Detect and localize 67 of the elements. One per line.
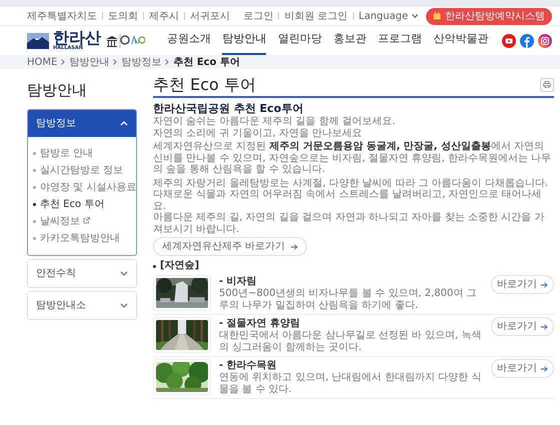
nav-link[interactable]: 프로그램 — [378, 22, 422, 55]
place-title: - 비자림 — [219, 276, 258, 288]
intro-text: 자연이 숨쉬는 아름다운 제주의 길을 함께 걸어보세요. — [153, 116, 396, 128]
chevron-down-icon — [120, 270, 128, 276]
arrow-right-icon — [541, 324, 548, 330]
arrow-right-icon — [541, 366, 548, 372]
chevron-up-icon — [120, 120, 128, 126]
nav-link[interactable]: 홍보관 — [333, 22, 366, 55]
page-title: 추천 Eco 투어 — [153, 75, 256, 94]
printer-icon — [543, 81, 551, 88]
accordion-header[interactable]: 안전수칙 — [28, 260, 136, 286]
sidebar-item[interactable]: 날씨정보 — [28, 212, 136, 230]
intro-text: 세계자연유산으로 지정된 제주의 거문오름용암 동굴계, 만장굴, 성산일출봉에서 자연의 신비를 만나볼 수 있으며, 자연숲으로는 비자림, 절물자연 휴양림, 한라수목원에서는 나무의 숲을 통해 산림욕을 할 수 있습니다. — [153, 141, 552, 176]
chevron-right-icon — [61, 59, 66, 65]
account-link[interactable]: 로그인 — [243, 8, 274, 24]
top-link[interactable]: 제주시 — [149, 8, 179, 24]
intro-text: 제주의 자랑거리 올레탐방로는 사계절, 다양한 날씨에 따라 그 아름다움이 다채롭습니다. 다채로운 식물과 자연의 어우러짐 속에서 스트레스를 날려버리고, 자연인으로 태어나세요. — [153, 178, 549, 212]
place-title: - 한라수목원 — [219, 360, 278, 372]
nav-link[interactable]: 공원소개 — [166, 22, 211, 55]
external-link-icon — [83, 217, 90, 224]
place-description: 연동에 위치하고 있으며, 난대림에서 한대림까지 다양한 식물을 볼 수 있다. — [219, 372, 482, 396]
sidebar-item[interactable]: 탐방로 안내 — [28, 144, 136, 162]
chevron-right-icon — [165, 59, 170, 65]
heritage-link-button[interactable]: 세계자연유산제주 바로가기 — [153, 237, 308, 256]
breadcrumb-link[interactable]: 추천 Eco 투어 — [173, 54, 240, 70]
video-play-icon[interactable] — [502, 34, 516, 48]
sidebar-item[interactable]: 카카오톡탐방안내 — [28, 230, 136, 246]
intro-text: 자연의 소리에 귀 기울이고, 자연을 만나보세요 — [153, 128, 364, 140]
caret-icon — [412, 14, 418, 18]
place-description: 500년~800년생의 비자나무를 볼 수 있으며, 2,800여 그루의 나무가 밀집하여 산림욕을 하기에 좋다. — [219, 288, 478, 312]
sidebar-item[interactable]: 실시간탐방로 정보 — [28, 162, 136, 178]
intro-heading: 한라산국립공원 추천 Eco투어 — [153, 102, 304, 116]
shortcut-button[interactable]: 바로가기 — [491, 317, 554, 336]
top-link[interactable]: 서귀포시 — [190, 8, 230, 24]
print-button[interactable] — [540, 78, 554, 92]
language-selector[interactable]: Language — [358, 8, 418, 24]
sidebar-title: 탐방안내 — [27, 80, 88, 101]
place-description: 대한민국에서 아름다운 삼나무길로 선정된 바 있으며, 녹색의 싱그러움이 함께하는 곳이다. — [219, 330, 482, 354]
arrow-right-icon — [541, 282, 548, 288]
shortcut-button[interactable]: 바로가기 — [491, 275, 554, 294]
intro-text: 아름다운 제주의 길, 자연의 길을 걸으며 자연과 하나되고 자아를 찾는 소중한 시간을 가져보시기 바랍니다. — [153, 212, 546, 236]
breadcrumb-link[interactable]: 탐방안내 — [69, 54, 110, 70]
account-link[interactable]: 비회원 로그인 — [284, 8, 348, 24]
mountain-logo-icon — [27, 32, 49, 48]
section-label: [자연숲] — [160, 260, 200, 272]
logo-text: 한라산 — [53, 30, 101, 46]
nav-link[interactable]: 열린마당 — [278, 22, 322, 55]
breadcrumb-link[interactable]: 탐방정보 — [121, 54, 162, 70]
breadcrumb-link[interactable]: HOME — [27, 54, 58, 70]
top-link[interactable]: 도의회 — [108, 8, 138, 24]
chevron-down-icon — [120, 302, 128, 308]
calendar-icon — [433, 12, 441, 20]
bullet-icon — [153, 264, 156, 268]
chevron-right-icon — [113, 59, 118, 65]
reservation-button[interactable]: 한라산탐방예약시스템 — [426, 8, 552, 24]
place-title: - 절물자연 휴양림 — [219, 318, 302, 330]
nav-link[interactable]: 산악박물관 — [433, 22, 488, 55]
facebook-icon[interactable] — [520, 34, 534, 48]
shortcut-button[interactable]: 바로가기 — [491, 359, 554, 378]
sidebar-item[interactable]: 추천 Eco 투어 — [28, 196, 136, 212]
top-link[interactable]: 제주특별자치도 — [27, 8, 97, 24]
accordion-header[interactable]: 탐방안내소 — [28, 292, 136, 318]
sidebar-item[interactable]: 야영장 및 시설사용료 — [28, 178, 136, 196]
accordion-header[interactable]: 탐방정보 — [28, 110, 136, 136]
heritage-emblems-drawing — [105, 32, 145, 48]
arrow-right-icon — [291, 244, 298, 250]
camera-icon[interactable] — [538, 34, 552, 48]
